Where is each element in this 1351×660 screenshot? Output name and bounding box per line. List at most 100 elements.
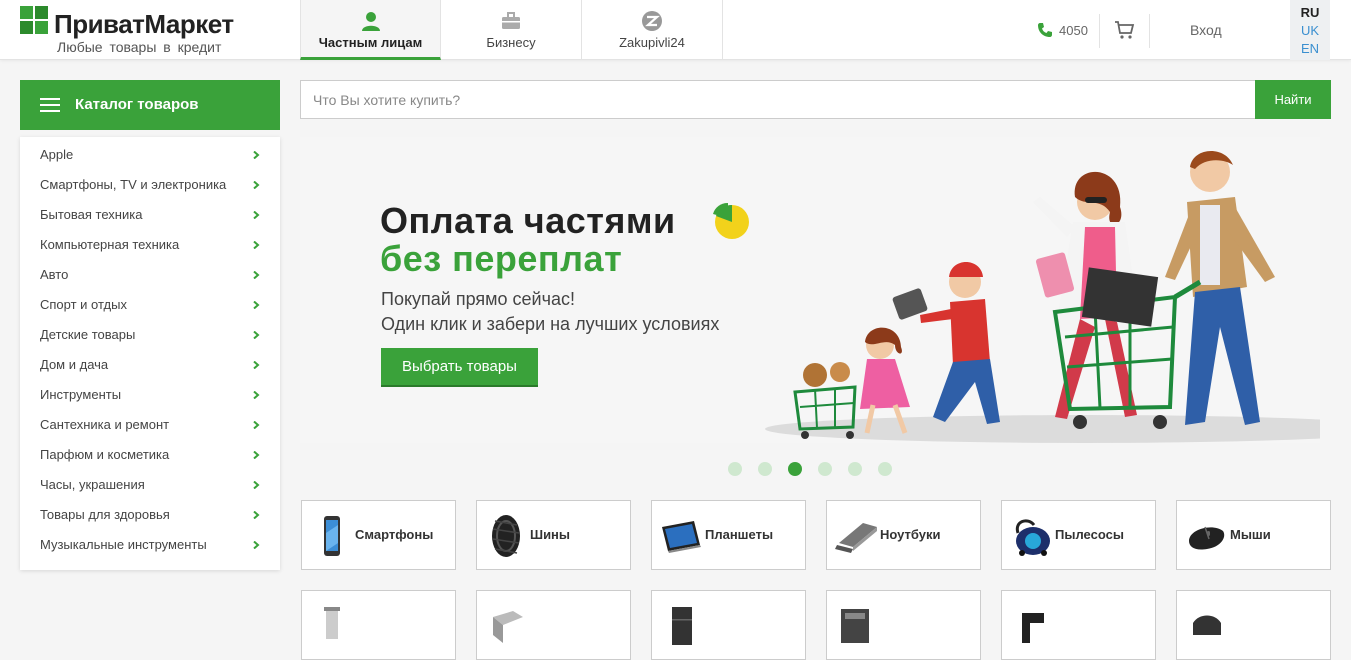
chevron-right-icon bbox=[253, 181, 260, 189]
catalog-item[interactable]: Часы, украшения bbox=[20, 470, 280, 500]
category-tile-label: Шины bbox=[530, 527, 571, 542]
carousel-dot[interactable] bbox=[728, 462, 742, 476]
catalog-item-label: Apple bbox=[40, 147, 74, 162]
chevron-right-icon bbox=[253, 151, 260, 159]
category-tile[interactable] bbox=[826, 590, 981, 660]
menu-icon bbox=[40, 98, 60, 112]
choose-products-button[interactable]: Выбрать товары bbox=[381, 348, 538, 385]
carousel-dot[interactable] bbox=[818, 462, 832, 476]
tab-business[interactable]: Бизнесу bbox=[441, 0, 582, 60]
catalog-item-label: Смартфоны, TV и электроника bbox=[40, 177, 227, 192]
catalog-button[interactable]: Каталог товаров bbox=[20, 80, 280, 130]
banner-title-line1: Оплата частями bbox=[380, 200, 676, 241]
header: ПриватМаркет Любые товары в кредит Частн… bbox=[0, 0, 1351, 60]
category-tile-smartphones[interactable]: Смартфоны bbox=[301, 500, 456, 570]
catalog-item[interactable]: Музыкальные инструменты bbox=[20, 530, 280, 560]
catalog-item-label: Инструменты bbox=[40, 387, 122, 402]
tab-label: Zakupivli24 bbox=[619, 35, 685, 50]
category-tile-mice[interactable]: Мыши bbox=[1176, 500, 1331, 570]
lang-uk[interactable]: UK bbox=[1290, 22, 1330, 40]
logo-title: ПриватМаркет bbox=[54, 9, 234, 39]
catalog-item[interactable]: Бытовая техника bbox=[20, 200, 280, 230]
catalog-list: Apple Смартфоны, TV и электроника Бытова… bbox=[20, 137, 280, 570]
chevron-right-icon bbox=[253, 301, 260, 309]
catalog-item-label: Дом и дача bbox=[40, 357, 109, 372]
chevron-right-icon bbox=[253, 361, 260, 369]
language-switcher: RU UK EN bbox=[1290, 0, 1330, 60]
chevron-right-icon bbox=[253, 271, 260, 279]
carousel-dot[interactable] bbox=[848, 462, 862, 476]
zakupivli-logo-icon bbox=[642, 11, 662, 31]
banner-title-line2: без переплат bbox=[380, 238, 623, 279]
category-tile-vacuums[interactable]: Пылесосы bbox=[1001, 500, 1156, 570]
search-input[interactable] bbox=[300, 80, 1256, 119]
logo-mark-icon bbox=[20, 6, 48, 34]
banner-subtitle-line2: Один клик и забери на лучших условиях bbox=[381, 314, 720, 334]
phone-link[interactable]: 4050 bbox=[1037, 18, 1088, 42]
catalog-item-label: Парфюм и косметика bbox=[40, 447, 170, 462]
category-tile-label: Смартфоны bbox=[355, 527, 434, 542]
catalog-item-label: Бытовая техника bbox=[40, 207, 143, 222]
category-tile-tablets[interactable]: Планшеты bbox=[651, 500, 806, 570]
tab-label: Частным лицам bbox=[318, 35, 423, 50]
lang-ru[interactable]: RU bbox=[1290, 4, 1330, 22]
chevron-right-icon bbox=[253, 331, 260, 339]
cart-icon[interactable] bbox=[1114, 20, 1136, 40]
category-tile-laptops[interactable]: Ноутбуки bbox=[826, 500, 981, 570]
chevron-right-icon bbox=[253, 481, 260, 489]
login-link[interactable]: Вход bbox=[1190, 22, 1222, 38]
catalog-item[interactable]: Детские товары bbox=[20, 320, 280, 350]
catalog-item-label: Сантехника и ремонт bbox=[40, 417, 170, 432]
catalog-item[interactable]: Авто bbox=[20, 260, 280, 290]
category-tile-tires[interactable]: Шины bbox=[476, 500, 631, 570]
lang-en[interactable]: EN bbox=[1290, 40, 1330, 58]
catalog-item-label: Детские товары bbox=[40, 327, 136, 342]
promo-banner[interactable]: Оплата частями без переплат Покупай прям… bbox=[300, 137, 1320, 443]
category-tile-label: Пылесосы bbox=[1055, 527, 1124, 542]
catalog-item[interactable]: Инструменты bbox=[20, 380, 280, 410]
catalog-item[interactable]: Товары для здоровья bbox=[20, 500, 280, 530]
category-tile[interactable] bbox=[1176, 590, 1331, 660]
laptop-icon bbox=[835, 523, 877, 553]
category-tile[interactable] bbox=[476, 590, 631, 660]
carousel-dot[interactable] bbox=[878, 462, 892, 476]
search-button[interactable]: Найти bbox=[1255, 80, 1331, 119]
drill-icon bbox=[1022, 613, 1044, 643]
catalog-item-label: Спорт и отдых bbox=[40, 297, 127, 312]
computer-mouse-icon bbox=[1189, 526, 1225, 550]
tab-zakupivli24[interactable]: Zakupivli24 bbox=[582, 0, 723, 60]
category-tile[interactable] bbox=[651, 590, 806, 660]
vacuum-cleaner-icon bbox=[1015, 519, 1050, 556]
catalog-item[interactable]: Смартфоны, TV и электроника bbox=[20, 170, 280, 200]
chevron-right-icon bbox=[253, 451, 260, 459]
category-tile[interactable] bbox=[301, 590, 456, 660]
catalog-item[interactable]: Компьютерная техника bbox=[20, 230, 280, 260]
chevron-right-icon bbox=[253, 541, 260, 549]
carousel-dot[interactable] bbox=[788, 462, 802, 476]
chevron-right-icon bbox=[253, 421, 260, 429]
family-shopping-illustration bbox=[765, 150, 1320, 443]
banner-subtitle-line1: Покупай прямо сейчас! bbox=[381, 289, 575, 309]
tab-private[interactable]: Частным лицам bbox=[300, 0, 441, 60]
catalog-item[interactable]: Спорт и отдых bbox=[20, 290, 280, 320]
catalog-item[interactable]: Дом и дача bbox=[20, 350, 280, 380]
catalog-item-label: Авто bbox=[40, 267, 69, 282]
catalog-item[interactable]: Парфюм и косметика bbox=[20, 440, 280, 470]
category-tile[interactable] bbox=[1001, 590, 1156, 660]
chevron-right-icon bbox=[253, 211, 260, 219]
tablet-icon bbox=[662, 521, 701, 553]
chevron-right-icon bbox=[253, 391, 260, 399]
logo-tagline: Любые товары в кредит bbox=[57, 39, 222, 55]
phone-icon bbox=[1038, 23, 1052, 37]
tab-label: Бизнесу bbox=[486, 35, 536, 50]
pie-chart-icon bbox=[713, 202, 749, 239]
tire-icon bbox=[492, 515, 520, 557]
logo[interactable]: ПриватМаркет Любые товары в кредит bbox=[20, 6, 280, 56]
catalog-item-label: Музыкальные инструменты bbox=[40, 537, 207, 552]
catalog-item[interactable]: Сантехника и ремонт bbox=[20, 410, 280, 440]
carousel-dot[interactable] bbox=[758, 462, 772, 476]
divider bbox=[1099, 14, 1100, 48]
catalog-item[interactable]: Apple bbox=[20, 140, 280, 170]
catalog-item-label: Товары для здоровья bbox=[40, 507, 170, 522]
device-icon bbox=[1193, 615, 1221, 635]
